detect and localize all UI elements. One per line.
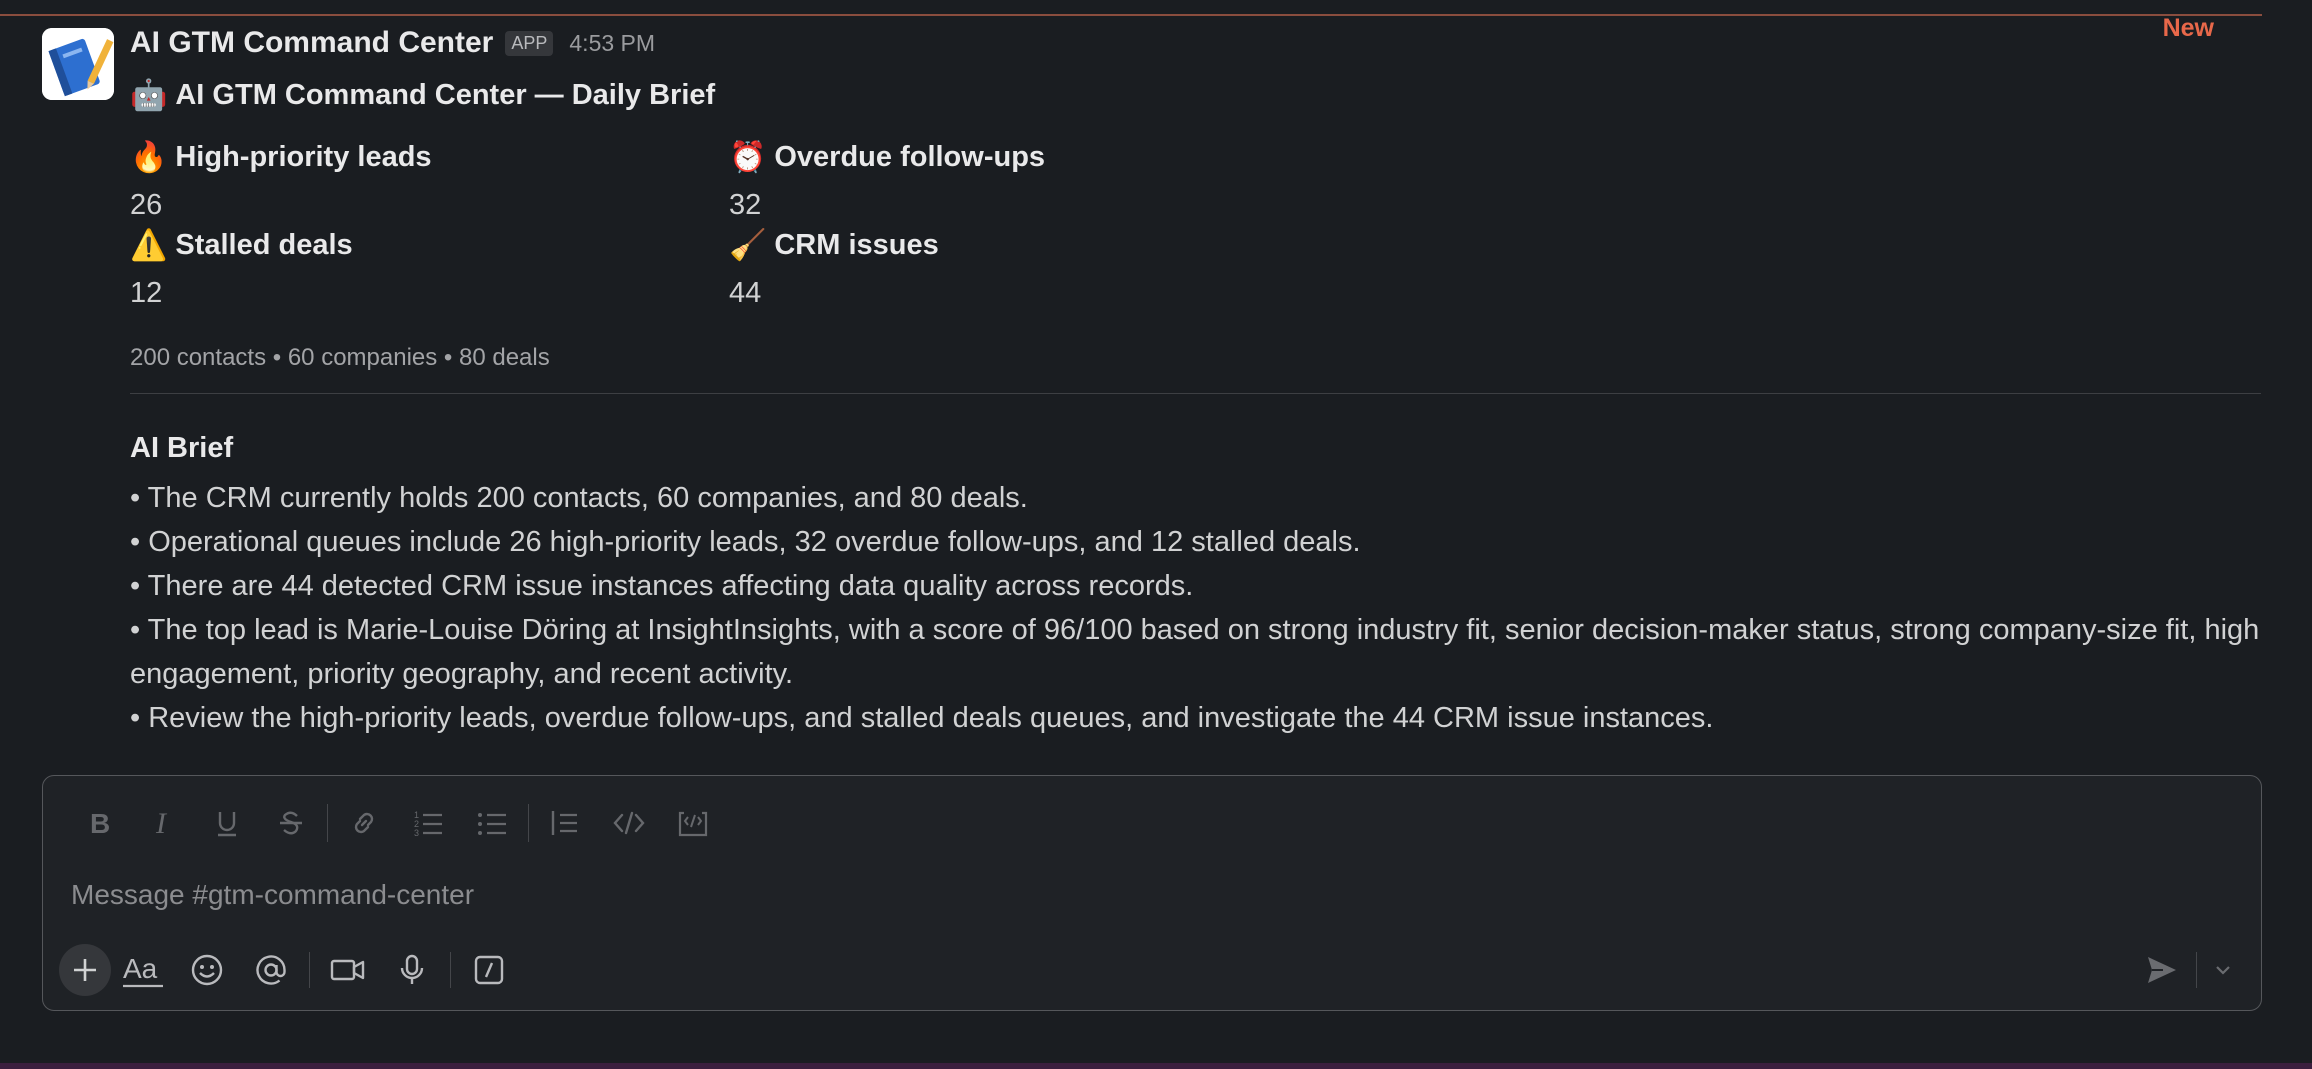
link-icon <box>354 812 374 834</box>
brief-bullet: • There are 44 detected CRM issue instan… <box>130 570 1194 602</box>
app-badge: APP <box>505 30 554 56</box>
italic-button[interactable]: I <box>131 798 195 848</box>
brief-bullet: • Review the high-priority leads, overdu… <box>130 702 1714 734</box>
underline-icon <box>218 812 236 837</box>
bold-button[interactable]: B <box>67 798 131 848</box>
formatting-toggle-button[interactable]: Aa <box>111 944 175 996</box>
emoji-button[interactable] <box>175 944 239 996</box>
brief-title: 🤖 AI GTM Command Center — Daily Brief <box>130 78 715 113</box>
microphone-icon <box>400 954 424 984</box>
composer-actions: Aa <box>59 944 521 996</box>
bullet-list-button[interactable] <box>460 798 524 848</box>
attach-button[interactable] <box>59 944 111 996</box>
svg-text:3: 3 <box>414 828 419 838</box>
message-header: AI GTM Command Center APP 4:53 PM <box>130 26 655 60</box>
stat-value: 26 <box>130 189 163 221</box>
strikethrough-button[interactable] <box>259 798 323 848</box>
send-icon <box>2148 957 2176 983</box>
send-button[interactable] <box>2136 944 2188 996</box>
ai-brief-list: • The CRM currently holds 200 contacts, … <box>130 476 2270 740</box>
alarm-clock-icon: ⏰ <box>729 140 767 175</box>
stat-label: High-priority leads <box>175 141 432 173</box>
stat-label: CRM issues <box>774 229 939 261</box>
code-icon <box>613 811 645 835</box>
stat-value: 44 <box>729 277 762 309</box>
code-block-button[interactable] <box>661 798 725 848</box>
send-controls <box>2136 944 2241 996</box>
mention-button[interactable] <box>239 944 303 996</box>
message-timestamp[interactable]: 4:53 PM <box>569 30 655 57</box>
brief-bullet: • Operational queues include 26 high-pri… <box>130 526 1361 558</box>
new-messages-divider: New <box>0 14 2262 42</box>
svg-text:I: I <box>155 808 168 838</box>
brief-bullet: • The top lead is Marie-Louise Döring at… <box>130 614 2260 690</box>
video-clip-button[interactable] <box>316 944 380 996</box>
message-composer: B I 123 Message #gtm-command-center Aa <box>42 775 2262 1011</box>
stat-stalled-deals: ⚠️ Stalled deals 12 <box>130 228 353 310</box>
shortcuts-button[interactable] <box>457 944 521 996</box>
stat-label: Stalled deals <box>175 229 353 261</box>
new-label: New <box>2162 14 2214 42</box>
brief-bullet: • The CRM currently holds 200 contacts, … <box>130 482 1028 514</box>
toolbar-separator <box>528 804 529 842</box>
bullet-list-icon <box>478 813 506 835</box>
formatting-toolbar: B I 123 <box>67 798 725 848</box>
italic-icon: I <box>155 808 168 838</box>
bold-icon: B <box>90 808 110 838</box>
top-shade <box>0 0 2312 12</box>
brief-title-text: AI GTM Command Center — Daily Brief <box>175 79 716 111</box>
link-button[interactable] <box>332 798 396 848</box>
schedule-send-button[interactable] <box>2205 944 2241 996</box>
section-divider <box>130 393 2261 394</box>
plus-icon <box>74 959 96 981</box>
robot-icon: 🤖 <box>130 78 168 113</box>
toolbar-separator <box>450 952 451 988</box>
video-icon <box>330 959 365 981</box>
stat-value: 12 <box>130 277 163 309</box>
message-input[interactable] <box>69 874 2223 916</box>
underline-button[interactable] <box>195 798 259 848</box>
window-bottom-border <box>0 1063 2312 1069</box>
toolbar-separator <box>309 952 310 988</box>
broom-icon: 🧹 <box>729 228 767 263</box>
stat-label: Overdue follow-ups <box>774 141 1046 173</box>
blockquote-icon <box>551 811 577 835</box>
chevron-down-icon <box>2216 966 2230 975</box>
strikethrough-icon <box>280 811 302 835</box>
ordered-list-button[interactable]: 123 <box>396 798 460 848</box>
stat-high-priority-leads: 🔥 High-priority leads 26 <box>130 140 432 222</box>
sender-name[interactable]: AI GTM Command Center <box>130 26 493 60</box>
notebook-icon <box>42 28 114 100</box>
toolbar-separator <box>2196 952 2197 988</box>
stat-overdue-follow-ups: ⏰ Overdue follow-ups 32 <box>729 140 1045 222</box>
avatar[interactable] <box>42 28 114 100</box>
toolbar-separator <box>327 804 328 842</box>
code-block-icon <box>678 811 708 837</box>
stat-value: 32 <box>729 189 762 221</box>
svg-text:Aa: Aa <box>123 953 158 984</box>
mention-icon <box>256 955 286 985</box>
audio-clip-button[interactable] <box>380 944 444 996</box>
stat-crm-issues: 🧹 CRM issues 44 <box>729 228 939 310</box>
warning-icon: ⚠️ <box>130 228 168 263</box>
ordered-list-icon: 123 <box>414 810 442 838</box>
emoji-icon <box>191 954 223 986</box>
slash-command-icon <box>474 955 504 985</box>
ai-brief-heading: AI Brief <box>130 432 234 464</box>
crm-summary: 200 contacts • 60 companies • 80 deals <box>130 344 550 371</box>
svg-text:B: B <box>90 808 110 838</box>
blockquote-button[interactable] <box>533 798 597 848</box>
formatting-aa-icon: Aa <box>123 953 163 988</box>
fire-icon: 🔥 <box>130 140 168 175</box>
code-button[interactable] <box>597 798 661 848</box>
